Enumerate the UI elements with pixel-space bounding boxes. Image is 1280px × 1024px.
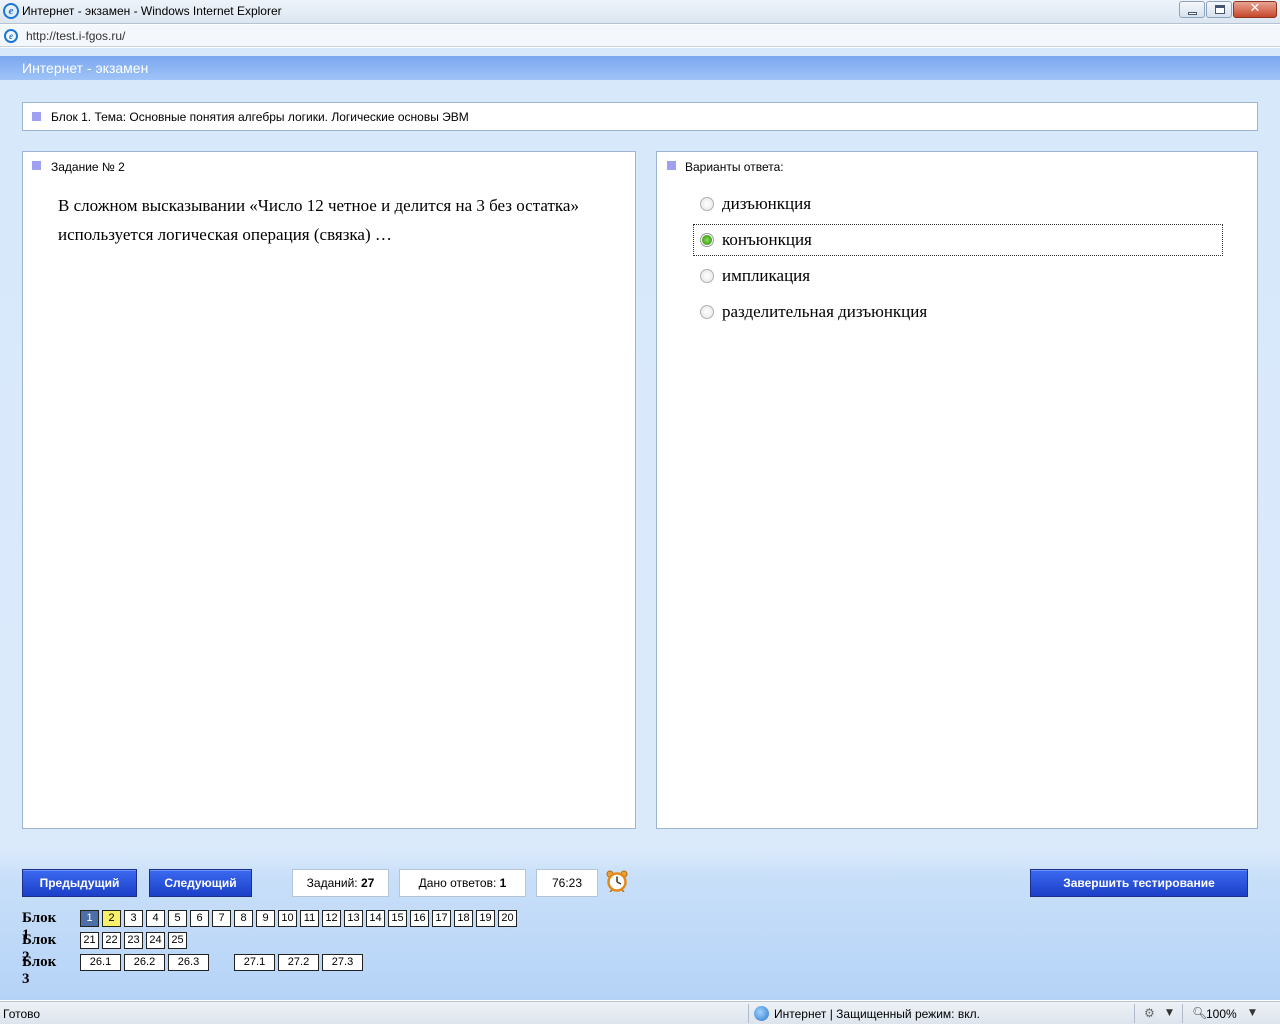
- zoom-level[interactable]: 100%: [1206, 1007, 1237, 1021]
- task-cell-12[interactable]: 12: [322, 910, 341, 927]
- page: Интернет - экзамен Блок 1. Тема: Основны…: [0, 48, 1280, 1000]
- task-cell-14[interactable]: 14: [366, 910, 385, 927]
- task-cell-10[interactable]: 10: [278, 910, 297, 927]
- task-cell-19[interactable]: 19: [476, 910, 495, 927]
- radio-button[interactable]: [700, 197, 714, 211]
- window-controls: ✕: [1178, 1, 1277, 18]
- previous-button[interactable]: Предыдущий: [22, 869, 137, 897]
- address-bar[interactable]: e http://test.i-fgos.ru/: [0, 25, 1280, 47]
- task-cell-27-1[interactable]: 27.1: [234, 954, 275, 971]
- chevron-down-icon[interactable]: ▼: [1249, 1008, 1256, 1018]
- globe-icon: [754, 1006, 769, 1021]
- radio-button[interactable]: [700, 305, 714, 319]
- task-cell-9[interactable]: 9: [256, 910, 275, 927]
- task-cell-26-1[interactable]: 26.1: [80, 954, 121, 971]
- status-text: Готово: [3, 1007, 41, 1021]
- task-question: В сложном высказывании «Число 12 четное …: [58, 196, 579, 244]
- task-cell-1[interactable]: 1: [80, 910, 99, 927]
- radio-button[interactable]: [700, 269, 714, 283]
- minimize-icon: [1188, 12, 1197, 15]
- status-divider: [748, 1004, 749, 1023]
- url-text[interactable]: http://test.i-fgos.ru/: [26, 29, 125, 43]
- answer-label: конъюнкция: [722, 230, 812, 249]
- tasks-count-label: Заданий:: [306, 876, 358, 890]
- answer-label: дизъюнкция: [722, 194, 812, 213]
- task-cell-17[interactable]: 17: [432, 910, 451, 927]
- bullet-square-icon: [667, 161, 676, 170]
- maximize-icon: [1215, 5, 1225, 14]
- page-icon: e: [4, 29, 18, 43]
- task-title: Задание № 2: [51, 160, 125, 174]
- protected-mode-icon[interactable]: ⚙: [1144, 1006, 1160, 1021]
- task-cell-2[interactable]: 2: [102, 910, 121, 927]
- tasks-count-box: Заданий: 27: [292, 869, 389, 897]
- block-topic: Блок 1. Тема: Основные понятия алгебры л…: [51, 110, 469, 124]
- bullet-square-icon: [32, 161, 41, 170]
- answer-label: импликация: [722, 266, 811, 285]
- task-cell-4[interactable]: 4: [146, 910, 165, 927]
- answer-option-3[interactable]: импликация: [693, 260, 1223, 292]
- answer-option-2[interactable]: конъюнкция: [693, 224, 1223, 256]
- status-divider: [1134, 1004, 1135, 1023]
- status-divider: [1182, 1004, 1183, 1023]
- security-zone-text[interactable]: Интернет | Защищенный режим: вкл.: [774, 1007, 980, 1021]
- app-title: Интернет - экзамен: [22, 60, 149, 76]
- task-cell-22[interactable]: 22: [102, 932, 121, 949]
- task-cell-27-2[interactable]: 27.2: [278, 954, 319, 971]
- alarm-clock-icon: [606, 870, 628, 892]
- chevron-down-icon[interactable]: ▼: [1166, 1008, 1173, 1018]
- block-topic-bar: Блок 1. Тема: Основные понятия алгебры л…: [22, 102, 1258, 131]
- maximize-button[interactable]: [1206, 1, 1232, 18]
- minimize-button[interactable]: [1179, 1, 1205, 18]
- task-cell-15[interactable]: 15: [388, 910, 407, 927]
- task-cell-8[interactable]: 8: [234, 910, 253, 927]
- close-icon: ✕: [1249, 1, 1261, 16]
- answers-count-box: Дано ответов: 1: [399, 869, 526, 897]
- next-button[interactable]: Следующий: [149, 869, 252, 897]
- task-panel: Задание № 2 В сложном высказывании «Числ…: [22, 151, 636, 829]
- answers-count-value: 1: [499, 876, 507, 890]
- answer-option-4[interactable]: разделительная дизъюнкция: [693, 296, 1223, 328]
- task-cell-3[interactable]: 3: [124, 910, 143, 927]
- finish-test-button[interactable]: Завершить тестирование: [1030, 869, 1248, 897]
- window-title: Интернет - экзамен - Windows Internet Ex…: [22, 4, 282, 18]
- task-cell-6[interactable]: 6: [190, 910, 209, 927]
- answers-count-label: Дано ответов:: [418, 876, 497, 890]
- task-cell-26-3[interactable]: 26.3: [168, 954, 209, 971]
- task-cell-7[interactable]: 7: [212, 910, 231, 927]
- task-cell-16[interactable]: 16: [410, 910, 429, 927]
- task-cell-13[interactable]: 13: [344, 910, 363, 927]
- timer-box: 76:23: [536, 869, 598, 897]
- task-cell-18[interactable]: 18: [454, 910, 473, 927]
- task-cell-24[interactable]: 24: [146, 932, 165, 949]
- block-3-label: Блок 3: [22, 954, 57, 987]
- timer-value: 76:23: [551, 876, 583, 890]
- task-cell-26-2[interactable]: 26.2: [124, 954, 165, 971]
- answers-panel: Варианты ответа: дизъюнкция конъюнкция и…: [656, 151, 1258, 829]
- task-cell-20[interactable]: 20: [498, 910, 517, 927]
- task-cell-25[interactable]: 25: [168, 932, 187, 949]
- radio-button-checked[interactable]: [700, 233, 714, 247]
- app-header: Интернет - экзамен: [0, 56, 1280, 80]
- task-cell-23[interactable]: 23: [124, 932, 143, 949]
- answer-label: разделительная дизъюнкция: [722, 302, 928, 321]
- close-button[interactable]: ✕: [1233, 1, 1277, 18]
- bullet-square-icon: [32, 112, 41, 121]
- zoom-icon: 🔍︎: [1192, 1006, 1208, 1020]
- answers-title: Варианты ответа:: [685, 160, 784, 174]
- ie-logo-icon: e: [3, 3, 19, 19]
- task-cell-5[interactable]: 5: [168, 910, 187, 927]
- answer-option-1[interactable]: дизъюнкция: [693, 188, 1223, 220]
- status-bar: Готово Интернет | Защищенный режим: вкл.…: [0, 1001, 1280, 1024]
- task-cell-27-3[interactable]: 27.3: [322, 954, 363, 971]
- tasks-count-value: 27: [360, 876, 375, 890]
- task-cell-21[interactable]: 21: [80, 932, 99, 949]
- window-titlebar: e Интернет - экзамен - Windows Internet …: [0, 0, 1280, 24]
- task-cell-11[interactable]: 11: [300, 910, 319, 927]
